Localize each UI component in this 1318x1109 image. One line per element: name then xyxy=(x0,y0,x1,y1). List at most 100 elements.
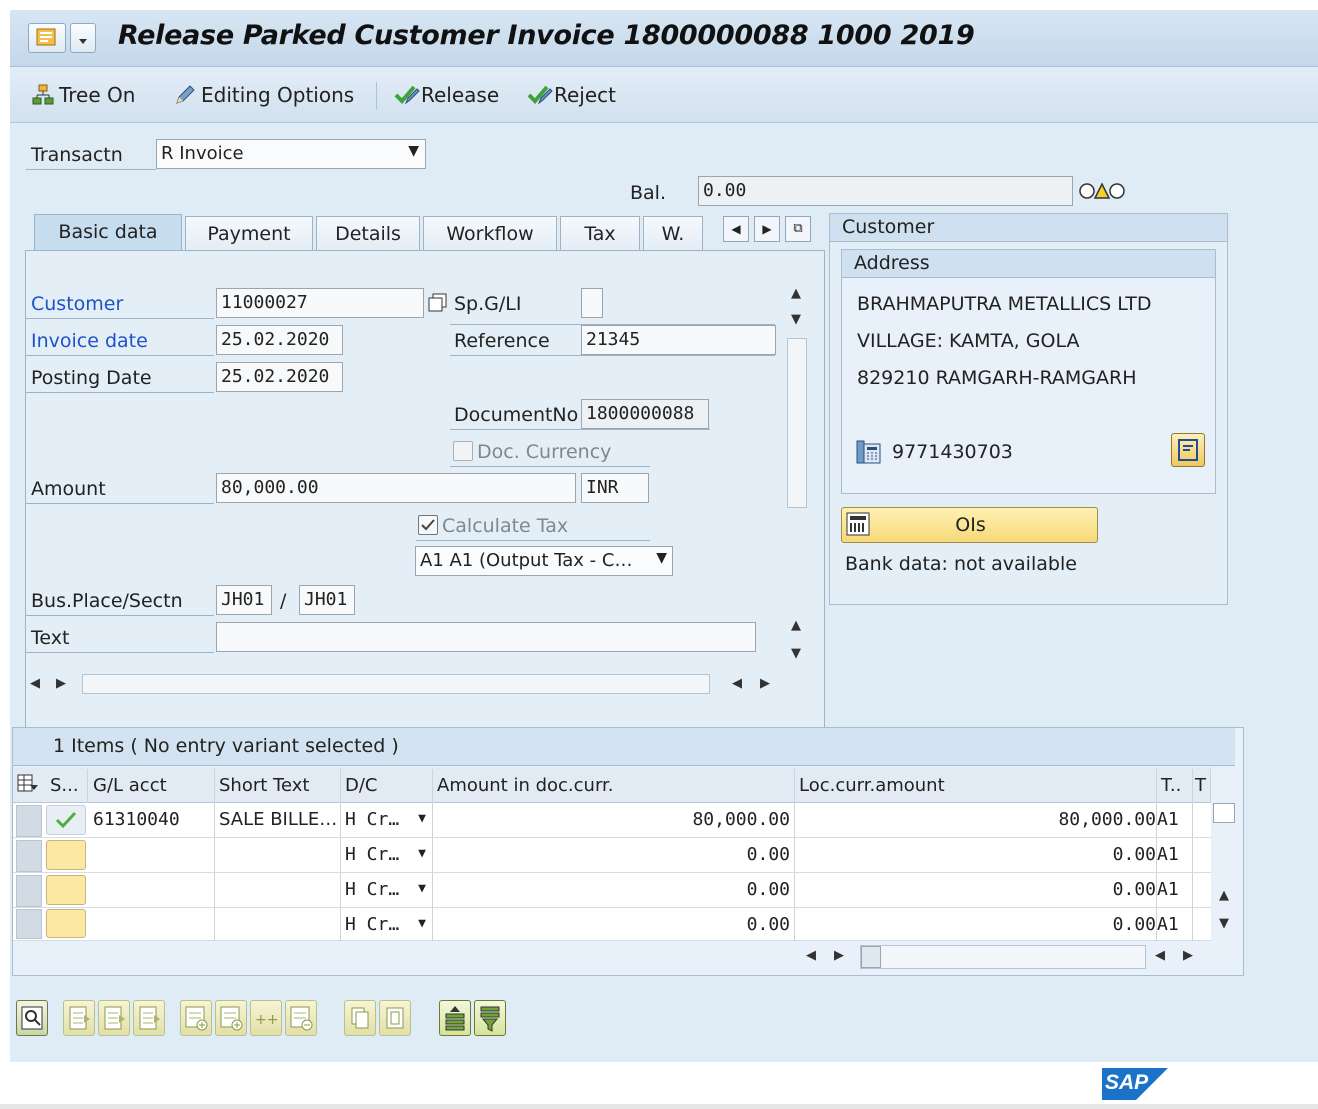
spgl-field[interactable] xyxy=(581,288,603,318)
copy-icon[interactable] xyxy=(428,293,448,313)
scroll-left-icon[interactable]: ◀ xyxy=(726,672,748,696)
insert-row-icon[interactable] xyxy=(63,1000,95,1036)
posting-date-field[interactable]: 25.02.2020 xyxy=(216,362,343,392)
menu-icon[interactable] xyxy=(28,23,66,53)
column-header[interactable]: T xyxy=(1193,769,1211,803)
scroll-down-icon[interactable]: ▼ xyxy=(1213,912,1235,936)
row-selector[interactable] xyxy=(16,840,42,872)
tab-basic-data[interactable]: Basic data xyxy=(34,214,182,250)
scroll-left-icon[interactable]: ◀ xyxy=(1149,944,1171,968)
amount-cell[interactable]: 0.00 xyxy=(433,908,795,941)
select-all-checkbox[interactable] xyxy=(1213,803,1235,823)
transactn-select[interactable]: R Invoice ▼ xyxy=(156,139,426,169)
tab-payment[interactable]: Payment xyxy=(185,216,313,250)
invoice-date-field[interactable]: 25.02.2020 xyxy=(216,325,343,355)
scroll-up-icon[interactable]: ▲ xyxy=(785,614,807,638)
editing-options-button[interactable]: Editing Options xyxy=(174,81,354,109)
dc-select[interactable]: H Cr… ▼ xyxy=(341,803,433,837)
column-header[interactable]: Amount in doc.curr. xyxy=(433,769,795,803)
customer-detail-icon[interactable] xyxy=(1171,433,1205,467)
gl-acct-cell[interactable] xyxy=(89,873,215,907)
tab-list-icon[interactable]: ⧉ xyxy=(785,216,811,242)
reference-field[interactable]: 21345 xyxy=(581,325,776,355)
chevron-down-icon[interactable] xyxy=(70,23,96,53)
amount-field[interactable]: 80,000.00 xyxy=(216,473,576,503)
tab-details[interactable]: Details xyxy=(316,216,420,250)
address-line-3: 829210 RAMGARH-RAMGARH xyxy=(857,367,1137,389)
amount-cell[interactable]: 0.00 xyxy=(433,838,795,872)
column-header[interactable]: Short Text xyxy=(215,769,341,803)
tab-scroll-right-button[interactable]: ▶ xyxy=(754,216,780,242)
table-settings-icon[interactable] xyxy=(16,773,40,800)
tax-cell[interactable]: A1 xyxy=(1157,908,1193,941)
filter-icon[interactable] xyxy=(474,1000,506,1036)
tax-code-select[interactable]: A1 A1 (Output Tax - C… ▼ xyxy=(415,546,673,576)
dc-select[interactable]: H Cr… ▼ xyxy=(341,908,433,941)
horizontal-scrollbar[interactable] xyxy=(860,945,1146,969)
row-selector[interactable] xyxy=(16,805,42,837)
scroll-right-icon[interactable]: ▶ xyxy=(1177,944,1199,968)
column-header[interactable]: Loc.curr.amount xyxy=(795,769,1157,803)
scroll-right-icon[interactable]: ▶ xyxy=(50,672,72,696)
status-empty[interactable] xyxy=(46,909,86,938)
row-selector[interactable] xyxy=(16,909,42,939)
amount-cell[interactable]: 0.00 xyxy=(433,873,795,907)
scroll-down-icon[interactable]: ▼ xyxy=(785,642,807,666)
loc-amount-cell[interactable]: 0.00 xyxy=(795,873,1157,907)
reject-button[interactable]: Reject xyxy=(527,81,616,109)
copy-icon[interactable] xyxy=(344,1000,376,1036)
move-row-icon[interactable] xyxy=(98,1000,130,1036)
tree-on-button[interactable]: Tree On xyxy=(32,81,135,109)
text-field[interactable] xyxy=(216,622,756,652)
gl-acct-cell[interactable] xyxy=(89,838,215,872)
status-empty[interactable] xyxy=(46,875,86,905)
doc-currency-checkbox[interactable] xyxy=(453,441,473,461)
section-field[interactable]: JH01 xyxy=(299,585,355,615)
dc-select[interactable]: H Cr… ▼ xyxy=(341,873,433,907)
sort-ascending-icon[interactable] xyxy=(439,1000,471,1036)
column-header[interactable]: S... xyxy=(46,769,88,803)
add-rows-icon[interactable] xyxy=(215,1000,247,1036)
tab-workflow[interactable]: Workflow xyxy=(423,216,557,250)
paste-icon[interactable] xyxy=(379,1000,411,1036)
tab-w[interactable]: W. xyxy=(643,216,703,250)
column-header[interactable]: T.. xyxy=(1157,769,1193,803)
remove-row-icon[interactable] xyxy=(285,1000,317,1036)
calculate-tax-checkbox[interactable] xyxy=(418,515,438,535)
scroll-up-icon[interactable]: ▲ xyxy=(785,282,807,306)
scroll-up-icon[interactable]: ▲ xyxy=(1213,884,1235,908)
dc-select[interactable]: H Cr… ▼ xyxy=(341,838,433,872)
column-header[interactable]: D/C xyxy=(341,769,433,803)
scroll-left-icon[interactable]: ◀ xyxy=(800,944,822,968)
scroll-right-icon[interactable]: ▶ xyxy=(828,944,850,968)
label-underline xyxy=(26,169,156,170)
tab-scroll-left-button[interactable]: ◀ xyxy=(723,216,749,242)
short-text-cell[interactable] xyxy=(215,908,341,941)
horizontal-scrollbar[interactable] xyxy=(82,674,710,694)
add-row-icon[interactable] xyxy=(180,1000,212,1036)
short-text-cell[interactable] xyxy=(215,873,341,907)
tax-cell[interactable]: A1 xyxy=(1157,838,1193,872)
scrollbar-thumb[interactable] xyxy=(861,946,881,968)
row-selector[interactable] xyxy=(16,875,42,907)
tab-tax[interactable]: Tax xyxy=(560,216,640,250)
customer-field[interactable]: 11000027 xyxy=(216,288,424,318)
tax-cell[interactable]: A1 xyxy=(1157,873,1193,907)
scroll-down-icon[interactable]: ▼ xyxy=(785,308,807,332)
status-empty[interactable] xyxy=(46,840,86,870)
short-text-cell[interactable] xyxy=(215,838,341,872)
duplicate-row-icon[interactable]: ++ xyxy=(250,1000,282,1036)
gl-acct-cell[interactable] xyxy=(89,908,215,941)
delete-row-icon[interactable] xyxy=(133,1000,165,1036)
ois-button[interactable]: OIs xyxy=(841,507,1098,543)
column-header[interactable]: G/L acct xyxy=(89,769,215,803)
currency-field[interactable]: INR xyxy=(581,473,649,503)
loc-amount-cell[interactable]: 0.00 xyxy=(795,838,1157,872)
scroll-right-icon[interactable]: ▶ xyxy=(754,672,776,696)
vertical-scrollbar[interactable] xyxy=(787,338,807,508)
loc-amount-cell[interactable]: 0.00 xyxy=(795,908,1157,941)
bus-place-field[interactable]: JH01 xyxy=(216,585,272,615)
release-button[interactable]: Release xyxy=(394,81,499,109)
scroll-left-icon[interactable]: ◀ xyxy=(24,672,46,696)
detail-icon[interactable] xyxy=(16,1000,48,1036)
